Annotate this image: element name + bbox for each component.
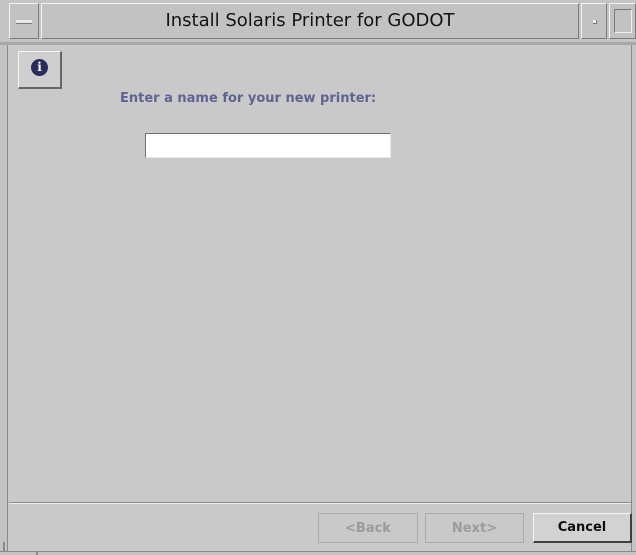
maximize-button[interactable]	[609, 3, 636, 39]
printer-name-input[interactable]	[145, 133, 391, 158]
window-menu-button[interactable]	[9, 3, 39, 39]
maximize-icon	[614, 9, 632, 33]
install-printer-window: Install Solaris Printer for GODOT i Ente…	[0, 0, 636, 555]
cancel-button[interactable]: Cancel	[533, 513, 632, 543]
window-title[interactable]: Install Solaris Printer for GODOT	[41, 3, 579, 39]
next-button[interactable]: Next>	[425, 513, 524, 543]
window-menu-icon	[16, 20, 32, 24]
minimize-icon	[593, 20, 597, 24]
info-icon: i	[31, 59, 48, 76]
footer-separator	[9, 502, 631, 504]
back-button[interactable]: <Back	[318, 513, 418, 543]
info-button[interactable]: i	[18, 51, 62, 89]
window-frame-bottom[interactable]	[0, 551, 636, 555]
window-frame-left[interactable]	[0, 45, 8, 555]
printer-name-label: Enter a name for your new printer:	[120, 91, 377, 106]
window-frame-right[interactable]	[631, 45, 636, 555]
minimize-button[interactable]	[581, 3, 607, 39]
title-bar: Install Solaris Printer for GODOT	[0, 0, 636, 42]
title-bar-shadow	[0, 42, 636, 45]
